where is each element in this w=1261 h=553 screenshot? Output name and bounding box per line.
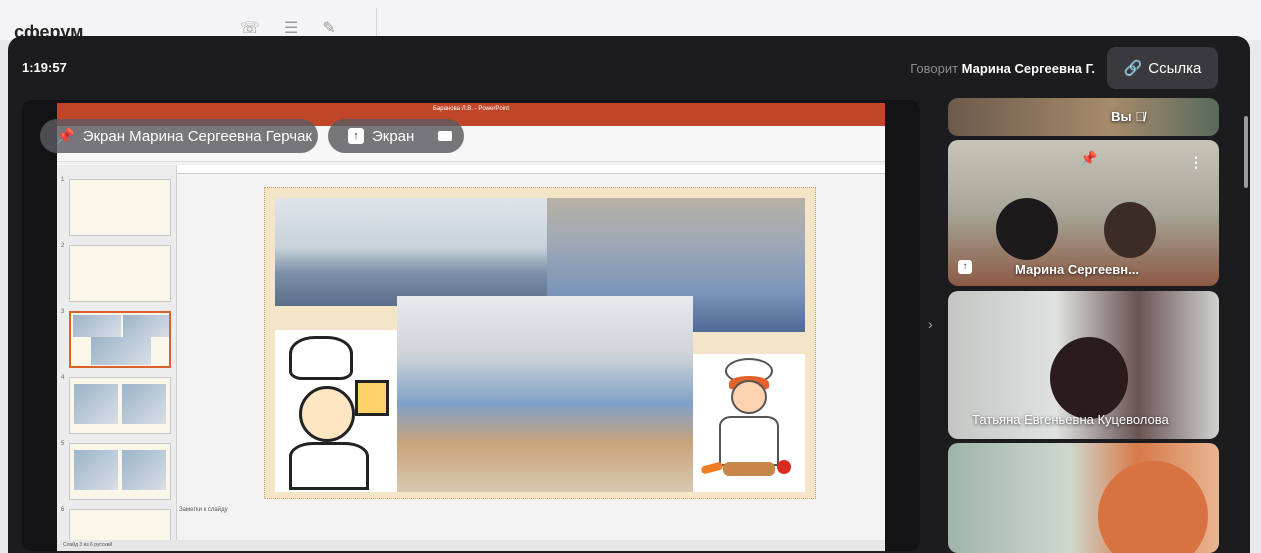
cutting-board <box>723 462 775 476</box>
chef-face <box>731 380 767 414</box>
participant-tile-pinned[interactable]: 📌 ⋮ ↑ Марина Сергеевн... <box>948 140 1219 286</box>
chef-cutting-clipart <box>693 354 805 492</box>
tomato <box>777 460 791 474</box>
cake <box>355 380 389 416</box>
ppt-status-bar: Слайд 3 из 6 русский <box>57 540 885 551</box>
screen-sharing-icon: ↑ <box>958 260 972 274</box>
thumb-number: 4 <box>61 375 65 381</box>
participant-name: Вы 🎙̸ <box>1111 109 1145 124</box>
ppt-ruler <box>167 165 885 174</box>
pin-icon[interactable]: 📌 <box>1080 150 1097 167</box>
chef-face <box>299 386 355 442</box>
carrot <box>700 461 724 475</box>
link-icon: 🔗 <box>1123 60 1143 77</box>
thumb-photo <box>123 315 169 337</box>
thumb-photo <box>122 450 166 490</box>
participants-scrollbar[interactable] <box>1244 116 1248 188</box>
thumb-number: 3 <box>61 309 65 315</box>
slide-thumbnail-5[interactable] <box>69 443 171 500</box>
powerpoint-window: Баранова Л.В. - PowerPoint 1 2 3 4 5 6 З… <box>57 103 885 551</box>
participant-tile-self[interactable]: Вы 🎙̸ <box>948 98 1219 136</box>
mic-muted-icon: 🎙̸ <box>1135 109 1145 124</box>
participant-name: Татьяна Евгеньевна Куцеволова <box>972 412 1169 427</box>
chef-with-cake-clipart <box>275 330 397 492</box>
participant-head <box>1098 461 1208 553</box>
participant-head <box>1104 202 1156 258</box>
background-toolbar-icons: ☏☰✎ <box>240 20 360 37</box>
slide-photo-group <box>275 198 547 306</box>
participant-tile[interactable] <box>948 443 1219 553</box>
slide-thumbnail-2[interactable] <box>69 245 171 302</box>
thumb-photo <box>91 337 151 365</box>
chef-body <box>289 442 369 490</box>
screen-share-button[interactable]: ↑ Экран <box>328 119 464 153</box>
thumb-photo <box>73 315 121 337</box>
slide-photo-classroom <box>397 296 693 492</box>
ppt-title-bar: Баранова Л.В. - PowerPoint <box>57 103 885 116</box>
background-divider <box>376 8 377 36</box>
background-header <box>0 0 1261 40</box>
slide-thumbnail-6[interactable] <box>69 509 171 540</box>
participant-head <box>1050 337 1128 419</box>
screen-owner-label[interactable]: 📌 Экран Марина Сергеевна Герчак <box>40 119 318 153</box>
collapse-rail-chevron-icon[interactable]: › <box>928 316 933 332</box>
copy-link-button[interactable]: 🔗 Ссылка <box>1107 47 1218 89</box>
screen-share-stage[interactable]: Баранова Л.В. - PowerPoint 1 2 3 4 5 6 З… <box>22 100 920 551</box>
participant-tile[interactable]: Татьяна Евгеньевна Куцеволова <box>948 291 1219 439</box>
share-screen-icon: ↑ <box>348 128 364 144</box>
thumb-number: 2 <box>61 243 65 249</box>
current-slide <box>264 187 816 499</box>
thumb-number: 6 <box>61 507 65 513</box>
thumb-number: 1 <box>61 177 65 183</box>
screen-button-label: Экран <box>372 127 415 145</box>
chef-hat <box>289 336 353 380</box>
thumb-photo <box>122 384 166 424</box>
active-speaker: Говорит Марина Сергеевна Г. <box>910 61 1095 76</box>
slide-thumbnail-3[interactable] <box>69 311 171 368</box>
chef-body <box>719 416 779 466</box>
thumb-photo <box>74 384 118 424</box>
slide-thumbnail-1[interactable] <box>69 179 171 236</box>
slide-thumbnail-4[interactable] <box>69 377 171 434</box>
participant-head <box>996 198 1058 260</box>
slide-thumbnails: 1 2 3 4 5 6 <box>57 165 177 540</box>
slide-notes[interactable]: Заметки к слайду <box>179 507 228 513</box>
call-timer: 1:19:57 <box>22 60 67 75</box>
speaker-name: Марина Сергеевна Г. <box>961 61 1095 76</box>
link-label: Ссылка <box>1148 59 1202 77</box>
camera-icon[interactable] <box>438 131 453 141</box>
thumb-number: 5 <box>61 441 65 447</box>
pin-icon: 📌 <box>56 128 75 145</box>
speaker-prefix: Говорит <box>910 61 959 76</box>
thumb-photo <box>74 450 118 490</box>
screen-owner-text: Экран Марина Сергеевна Герчак <box>82 127 312 145</box>
more-options-icon[interactable]: ⋮ <box>1189 154 1203 171</box>
participant-name: Марина Сергеевн... <box>1015 262 1139 277</box>
